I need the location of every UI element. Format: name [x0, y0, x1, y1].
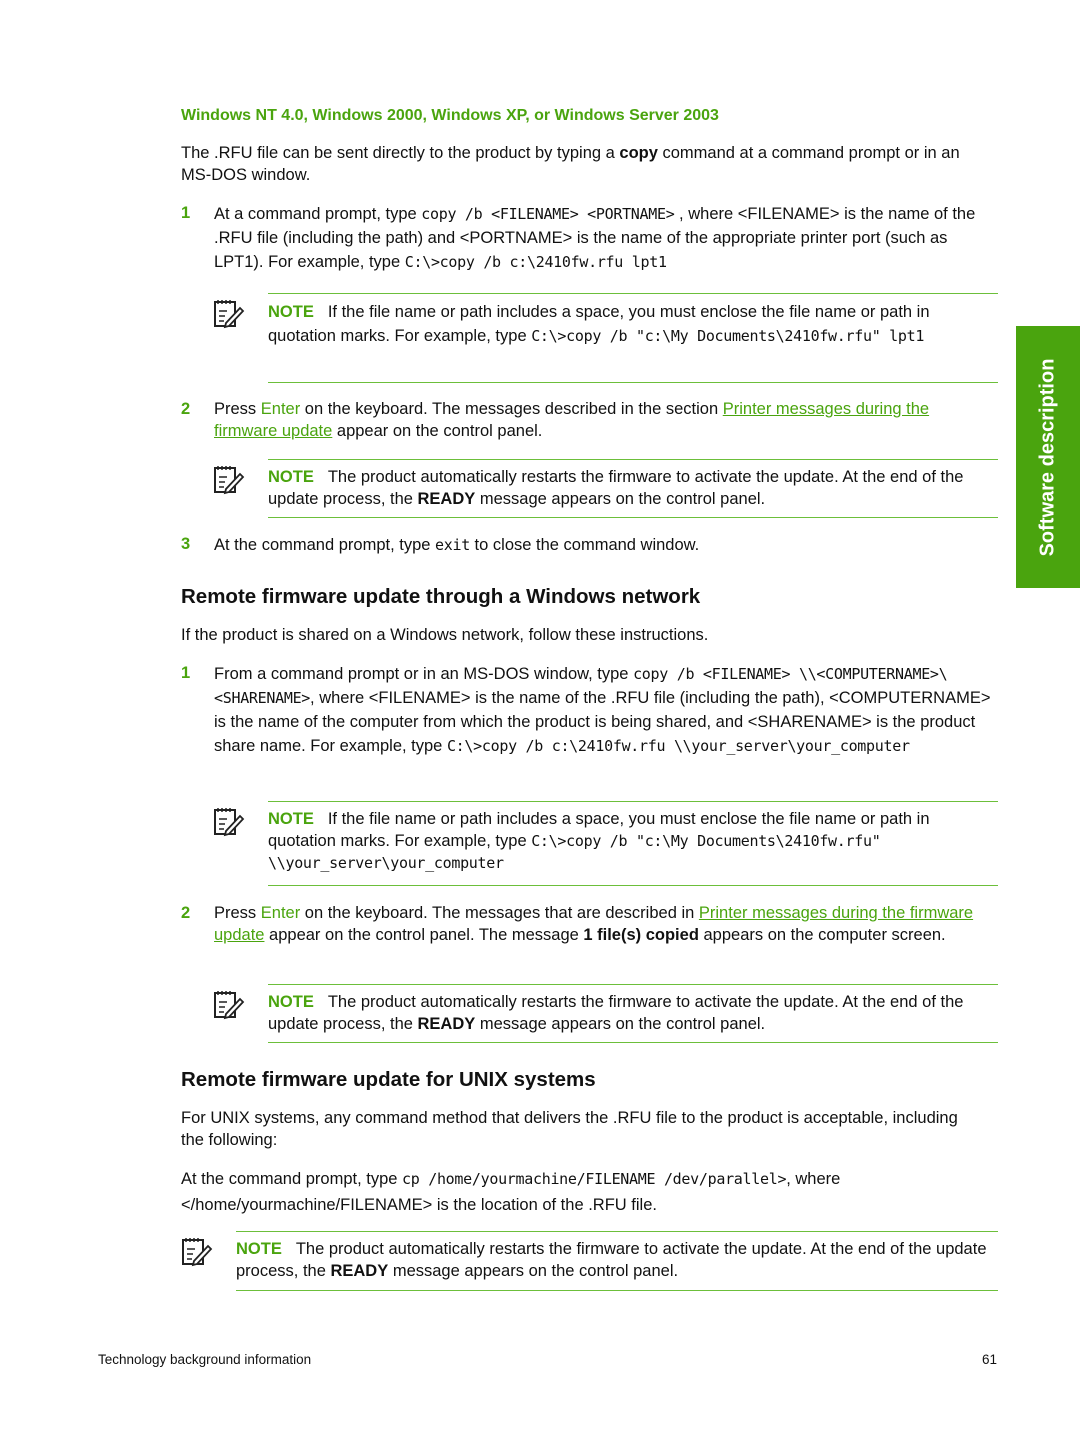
note-text: NOTE The product automatically restarts t…: [268, 466, 993, 510]
text: message appears on the control panel.: [475, 490, 766, 508]
section-side-tab: Software description: [1016, 326, 1080, 588]
note-divider: [268, 1042, 998, 1043]
step-text: Press Enter on the keyboard. The message…: [214, 902, 999, 946]
step-number: 1: [181, 664, 191, 682]
text: Press: [214, 400, 261, 418]
command-paragraph: At the command prompt, type cp /home/you…: [181, 1166, 1001, 1218]
text: on the keyboard. The messages described …: [300, 400, 723, 418]
intro-paragraph: The .RFU file can be sent directly to th…: [181, 142, 991, 186]
note-divider: [268, 293, 998, 294]
note-label: NOTE: [236, 1240, 282, 1258]
step-text: From a command prompt or in an MS-DOS wi…: [214, 662, 999, 758]
code-text: C:\>copy /b c:\2410fw.rfu lpt1: [404, 253, 667, 271]
text: At a command prompt, type: [214, 205, 422, 223]
text: appear on the control panel.: [332, 422, 543, 440]
text: appear on the control panel. The message: [264, 926, 584, 944]
text: message appears on the control panel.: [388, 1262, 679, 1280]
bold-text: READY: [330, 1262, 389, 1280]
note-icon: [212, 462, 246, 501]
key-name: Enter: [260, 400, 301, 418]
side-tab-label: Software description: [1036, 358, 1059, 556]
note-text: NOTE The product automatically restarts t…: [236, 1238, 991, 1282]
text: At the command prompt, type: [181, 1170, 403, 1188]
text: Press: [214, 904, 261, 922]
note-text: NOTE If the file name or path includes a …: [268, 808, 993, 874]
subsection-heading: Windows NT 4.0, Windows 2000, Windows XP…: [181, 107, 719, 124]
step-number: 1: [181, 204, 191, 222]
footer-chapter: Technology background information: [98, 1352, 312, 1367]
text: The .RFU file can be sent directly to th…: [181, 144, 620, 162]
note-icon: [212, 804, 246, 843]
key-name: Enter: [260, 904, 301, 922]
note-label: NOTE: [268, 303, 314, 321]
bold-text: READY: [417, 490, 476, 508]
note-text: NOTE If the file name or path includes a …: [268, 300, 993, 348]
section-heading: Remote firmware update for UNIX systems: [181, 1068, 596, 1091]
note-divider: [268, 984, 998, 985]
intro-paragraph: For UNIX systems, any command method tha…: [181, 1109, 958, 1149]
note-divider: [236, 1231, 998, 1232]
text: From a command prompt or in an MS-DOS wi…: [214, 665, 634, 683]
step-number: 2: [181, 400, 191, 418]
step-number: 3: [181, 535, 191, 553]
code-text: C:\>copy /b c:\2410fw.rfu \\your_server\…: [446, 737, 910, 755]
bold-text: copy: [619, 144, 658, 162]
code-text: copy /b <FILENAME> <PORTNAME>: [421, 205, 675, 223]
intro-paragraph: If the product is shared on a Windows ne…: [181, 626, 709, 644]
page-number: 61: [982, 1352, 998, 1367]
step-text: At a command prompt, type copy /b <FILEN…: [214, 202, 994, 274]
step-text: Press Enter on the keyboard. The message…: [214, 398, 989, 442]
section-heading: Remote firmware update through a Windows…: [181, 585, 701, 608]
code-text: C:\>copy /b "c:\My Documents\2410fw.rfu"…: [531, 327, 925, 345]
text: message appears on the control panel.: [475, 1015, 766, 1033]
bold-text: 1 file(s) copied: [583, 926, 699, 944]
note-divider: [268, 885, 998, 886]
note-text: NOTE The product automatically restarts t…: [268, 991, 993, 1035]
text: At the command prompt, type: [214, 536, 436, 554]
note-label: NOTE: [268, 468, 314, 486]
step-number: 2: [181, 904, 191, 922]
note-icon: [212, 296, 246, 335]
note-icon: [212, 987, 246, 1026]
note-label: NOTE: [268, 810, 314, 828]
note-divider: [268, 517, 998, 518]
text: appears on the computer screen.: [698, 926, 946, 944]
note-divider: [268, 459, 998, 460]
code-text: cp /home/yourmachine/FILENAME /dev/paral…: [402, 1170, 787, 1188]
code-text: exit: [435, 536, 470, 554]
text: to close the command window.: [469, 536, 700, 554]
note-icon: [180, 1234, 214, 1273]
note-label: NOTE: [268, 993, 314, 1011]
note-divider: [268, 801, 998, 802]
bold-text: READY: [417, 1015, 476, 1033]
note-divider: [236, 1290, 998, 1291]
step-text: At the command prompt, type exit to clos…: [214, 534, 989, 556]
note-divider: [268, 382, 998, 383]
text: on the keyboard. The messages that are d…: [300, 904, 699, 922]
